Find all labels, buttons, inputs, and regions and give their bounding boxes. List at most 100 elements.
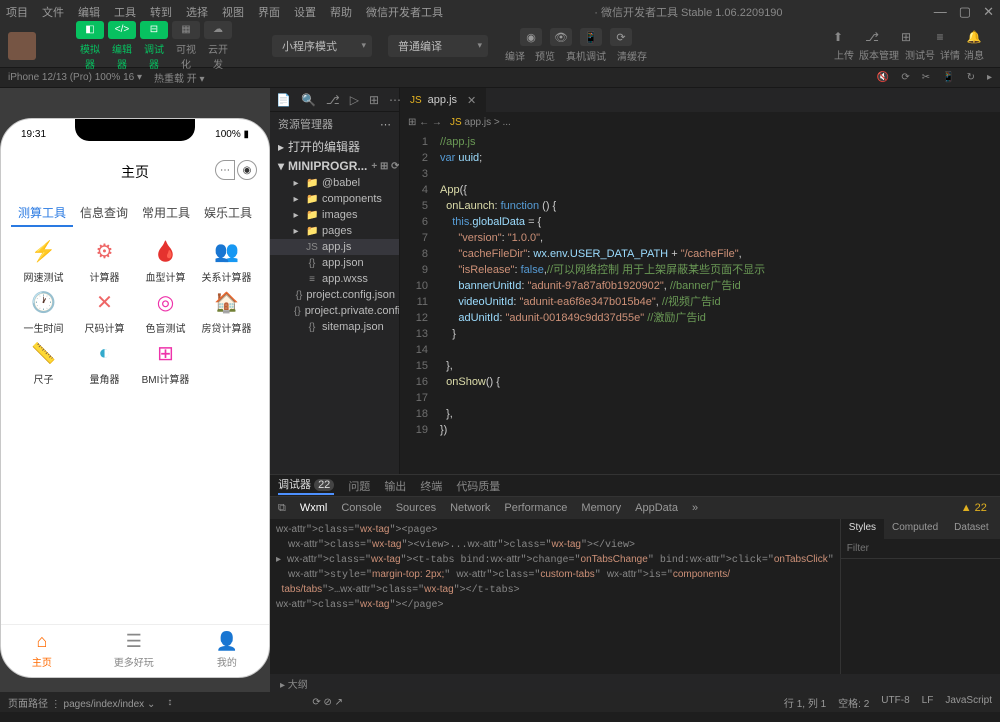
menu-item[interactable]: 设置 — [294, 4, 316, 20]
menu-item[interactable]: 微信开发者工具 — [366, 4, 443, 20]
capsule-menu-icon[interactable]: ⋯ — [215, 160, 235, 180]
menu-item[interactable]: 选择 — [186, 4, 208, 20]
visual-toggle[interactable]: ▦ — [172, 21, 200, 39]
explorer-more-icon[interactable]: ⋯ — [380, 118, 391, 131]
minimize-icon[interactable]: — — [934, 4, 947, 20]
cloud-toggle[interactable]: ☁ — [204, 21, 232, 39]
app-cell[interactable]: 🏠房贷计算器 — [198, 288, 255, 335]
tree-node[interactable]: {}sitemap.json — [270, 319, 399, 335]
tree-node[interactable]: ▸📁@babel — [270, 175, 399, 191]
console-tab[interactable]: Console — [341, 502, 381, 514]
bottom-nav-item[interactable]: ☰更多好玩 — [114, 631, 154, 669]
page-path[interactable]: 页面路径 ⋮ pages/index/index ⌄ — [8, 695, 155, 710]
hot-reload-toggle[interactable]: 热重载 开 ▾ — [154, 70, 205, 85]
nav-back-icon[interactable]: ⊞ ← → — [408, 117, 442, 128]
menu-item[interactable]: 视图 — [222, 4, 244, 20]
clear-cache-button[interactable]: ⟳ — [610, 28, 632, 46]
device-select[interactable]: iPhone 12/13 (Pro) 100% 16 ▾ — [8, 72, 142, 83]
computed-tab[interactable]: Computed — [884, 519, 946, 539]
status-icon[interactable]: ↕ — [167, 697, 172, 708]
test-icon[interactable]: ⊞ — [896, 29, 916, 45]
editor-toggle[interactable]: </> — [108, 21, 136, 39]
styles-tab[interactable]: Styles — [841, 519, 884, 539]
mute-icon[interactable]: 🔇 — [877, 72, 889, 83]
refresh-icon[interactable]: ⟳ — [901, 72, 909, 83]
app-cell[interactable]: ◐量角器 — [76, 339, 133, 386]
rotate-icon[interactable]: ↻ — [967, 72, 975, 83]
app-cell[interactable]: ⊞BMI计算器 — [137, 339, 194, 386]
terminal-tab[interactable]: 终端 — [420, 478, 442, 494]
tree-node[interactable]: ▸📁components — [270, 191, 399, 207]
problems-tab[interactable]: 问题 — [348, 478, 370, 494]
app-cell[interactable]: 👥关系计算器 — [198, 237, 255, 284]
app-cell[interactable]: 🩸血型计算 — [137, 237, 194, 284]
tree-node[interactable]: {}project.config.json — [270, 287, 399, 303]
menu-item[interactable]: 编辑 — [78, 4, 100, 20]
app-cell[interactable]: ⚡网速测试 — [15, 237, 72, 284]
preview-button[interactable]: 👁 — [550, 28, 572, 46]
menu-item[interactable]: 项目 — [6, 4, 28, 20]
close-window-icon[interactable]: ✕ — [983, 4, 994, 20]
inspect-icon[interactable]: ⧉ — [278, 502, 286, 515]
phone-tab[interactable]: 常用工具 — [135, 200, 197, 227]
appdata-tab[interactable]: AppData — [635, 502, 678, 514]
status-item[interactable]: LF — [922, 695, 934, 710]
status-item[interactable]: UTF-8 — [881, 695, 909, 710]
code-area[interactable]: 12345678910111213141516171819 //app.js v… — [400, 132, 1000, 474]
app-cell[interactable]: 📏尺子 — [15, 339, 72, 386]
tree-node[interactable]: {}project.private.config.js... — [270, 303, 399, 319]
outline-section[interactable]: ▸ 大纲 — [270, 674, 1000, 692]
bottom-nav-item[interactable]: ⌂主页 — [32, 631, 52, 669]
status-item[interactable]: 行 1, 列 1 — [784, 695, 826, 710]
dataset-tab[interactable]: Dataset — [946, 519, 996, 539]
menu-item[interactable]: 工具 — [114, 4, 136, 20]
maximize-icon[interactable]: ▢ — [959, 4, 971, 20]
files-icon[interactable]: 📄 — [276, 93, 291, 107]
device-icon[interactable]: 📱 — [942, 72, 954, 83]
more-icon[interactable]: ▸ — [987, 72, 992, 83]
menu-item[interactable]: 文件 — [42, 4, 64, 20]
network-tab[interactable]: Network — [450, 502, 490, 514]
filter-input[interactable] — [847, 543, 1000, 554]
bottom-nav-item[interactable]: 👤我的 — [216, 631, 238, 669]
phone-tab[interactable]: 测算工具 — [11, 200, 73, 227]
messages-icon[interactable]: 🔔 — [964, 29, 984, 45]
version-icon[interactable]: ⎇ — [862, 29, 882, 45]
app-cell[interactable]: 🕐一生时间 — [15, 288, 72, 335]
breadcrumb[interactable]: JS app.js > ... — [450, 117, 511, 128]
project-root[interactable]: ▾MINIPROGR... + ⊞ ⟳ ≡ — [270, 157, 399, 175]
sources-tab[interactable]: Sources — [396, 502, 436, 514]
tree-node[interactable]: ▸📁pages — [270, 223, 399, 239]
tree-node[interactable]: ▸📁images — [270, 207, 399, 223]
mode-dropdown[interactable]: 小程序模式 — [272, 35, 372, 57]
compdata-tab[interactable]: Component Data — [997, 519, 1000, 539]
user-avatar[interactable] — [8, 32, 36, 60]
refresh-status-icon[interactable]: ⟳ ⊘ ↗ — [312, 697, 343, 708]
debugger-toggle[interactable]: ⊟ — [140, 21, 168, 39]
compile-button[interactable]: ◉ — [520, 28, 542, 46]
warning-badge[interactable]: ▲ 22 — [961, 502, 987, 514]
wxml-tree[interactable]: wx-attr">class="wx-tag"><page> wx-attr">… — [270, 519, 840, 674]
tree-node[interactable]: {}app.json — [270, 255, 399, 271]
cut-icon[interactable]: ✂ — [922, 72, 930, 83]
tree-node[interactable]: JSapp.js — [270, 239, 399, 255]
status-item[interactable]: 空格: 2 — [838, 695, 869, 710]
open-editors-section[interactable]: ▸打开的编辑器 — [270, 136, 399, 157]
phone-tab[interactable]: 信息查询 — [73, 200, 135, 227]
app-cell[interactable]: ◎色盲测试 — [137, 288, 194, 335]
wxml-tab[interactable]: Wxml — [300, 502, 328, 514]
compile-dropdown[interactable]: 普通编译 — [388, 35, 488, 57]
phone-tab[interactable]: 娱乐工具 — [197, 200, 259, 227]
debugger-tab[interactable]: 调试器 22 — [278, 476, 334, 495]
app-cell[interactable]: ⚙计算器 — [76, 237, 133, 284]
branch-icon[interactable]: ⎇ — [326, 93, 340, 107]
performance-tab[interactable]: Performance — [504, 502, 567, 514]
details-icon[interactable]: ≡ — [930, 29, 950, 45]
remote-debug-button[interactable]: 📱 — [580, 28, 602, 46]
editor-tab[interactable]: JS app.js ✕ — [400, 88, 486, 112]
close-tab-icon[interactable]: ✕ — [467, 94, 476, 107]
app-cell[interactable]: ✕尺码计算 — [76, 288, 133, 335]
upload-icon[interactable]: ⬆ — [828, 29, 848, 45]
debug-icon[interactable]: ▷ — [350, 93, 359, 107]
quality-tab[interactable]: 代码质量 — [456, 478, 500, 494]
